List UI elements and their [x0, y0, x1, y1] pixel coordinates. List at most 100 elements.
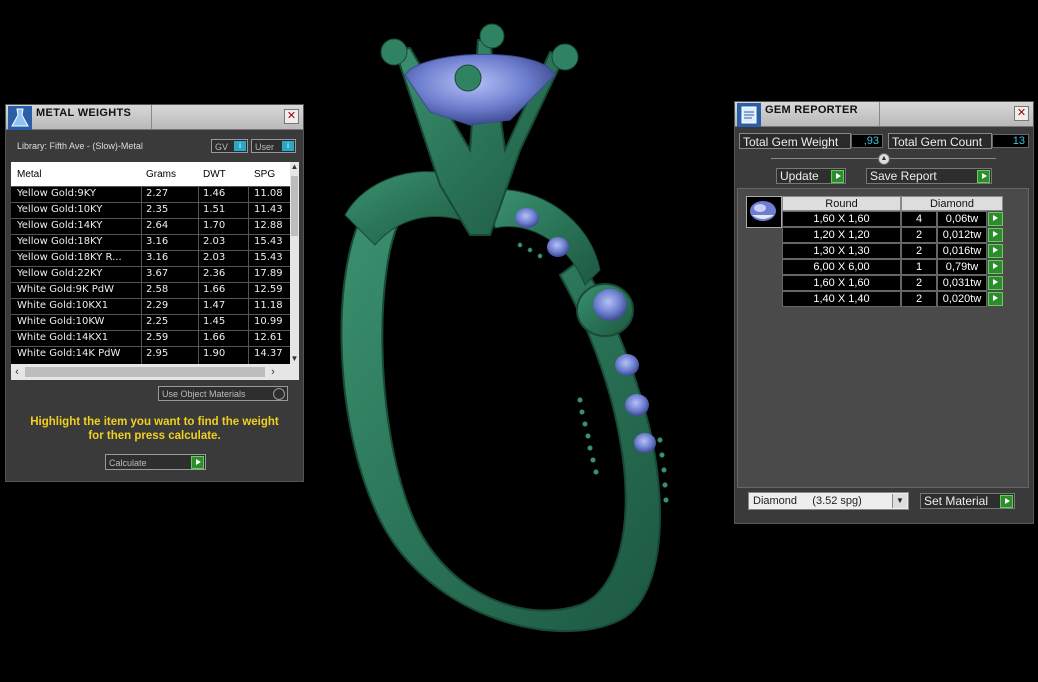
set-material-label: Set Material — [924, 494, 989, 508]
spg-value: 12.61 — [254, 332, 283, 343]
play-arrow-icon — [191, 456, 204, 469]
gem-weight[interactable]: 0,031tw — [937, 275, 987, 291]
material-select[interactable]: Diamond (3.52 spg) ▼ — [748, 492, 909, 510]
gem-weight[interactable]: 0,020tw — [937, 291, 987, 307]
set-material-button[interactable]: Set Material — [920, 493, 1015, 509]
report-icon — [737, 103, 761, 127]
material-select-value: Diamond (3.52 spg) — [753, 495, 862, 507]
horizontal-scrollbar[interactable]: ‹ › — [11, 364, 299, 380]
metal-name: White Gold:14KX1 — [17, 332, 109, 343]
user-label: User — [255, 142, 275, 152]
metal-table-header: Metal Grams DWT SPG — [11, 162, 290, 186]
total-gem-count-value: 13 — [992, 134, 1029, 148]
hint-line-2: for then press calculate. — [88, 430, 221, 442]
calculate-label: Calculate — [109, 458, 147, 468]
spg-value: 14.37 — [254, 348, 283, 359]
column-divider — [248, 186, 249, 364]
col-grams[interactable]: Grams — [146, 169, 176, 180]
title-divider — [879, 102, 880, 126]
user-toggle[interactable]: User i — [251, 139, 296, 153]
library-label: Library: Fifth Ave - (Slow)-Metal — [17, 141, 143, 151]
calculate-button[interactable]: Calculate — [105, 454, 206, 470]
flask-icon — [8, 106, 32, 130]
gem-count[interactable]: 1 — [901, 259, 937, 275]
update-label: Update — [780, 169, 819, 183]
gv-toggle[interactable]: GV i — [211, 139, 248, 153]
gem-size[interactable]: 1,40 X 1,40 — [782, 291, 901, 307]
select-gem-arrow-icon[interactable] — [988, 260, 1003, 274]
metal-weights-title: METAL WEIGHTS — [36, 107, 132, 119]
gem-count[interactable]: 2 — [901, 227, 937, 243]
gem-reporter-panel: GEM REPORTER ✕ Total Gem Weight ,93 Tota… — [734, 101, 1034, 524]
dwt-value: 1.66 — [203, 332, 226, 343]
total-gem-weight-value: ,93 — [851, 134, 883, 148]
use-object-materials-toggle[interactable]: Use Object Materials — [158, 386, 288, 401]
select-gem-arrow-icon[interactable] — [988, 212, 1003, 226]
grams-value: 2.35 — [146, 204, 169, 215]
scroll-thumb[interactable] — [291, 176, 298, 236]
total-gem-weight-label: Total Gem Weight — [739, 133, 851, 149]
title-divider — [151, 105, 152, 129]
play-arrow-icon — [1000, 495, 1013, 508]
gem-size[interactable]: 1,60 X 1,60 — [782, 275, 901, 291]
total-gem-count-label: Total Gem Count — [888, 133, 992, 149]
gem-count[interactable]: 2 — [901, 291, 937, 307]
metal-name: White Gold:10KX1 — [17, 300, 109, 311]
spg-value: 11.43 — [254, 204, 283, 215]
gem-weight[interactable]: 0,012tw — [937, 227, 987, 243]
col-dwt[interactable]: DWT — [203, 169, 226, 180]
gem-reporter-titlebar[interactable]: GEM REPORTER ✕ — [735, 102, 1033, 127]
spg-value: 17.89 — [254, 268, 283, 279]
gem-size[interactable]: 6,00 X 6,00 — [782, 259, 901, 275]
grams-value: 2.25 — [146, 316, 169, 327]
grams-value: 2.58 — [146, 284, 169, 295]
select-gem-arrow-icon[interactable] — [988, 276, 1003, 290]
col-spg[interactable]: SPG — [254, 169, 275, 180]
update-button[interactable]: Update — [776, 168, 846, 184]
hint-line-1: Highlight the item you want to find the … — [30, 416, 279, 428]
col-metal[interactable]: Metal — [17, 169, 41, 180]
column-divider — [141, 186, 142, 364]
scroll-up-icon[interactable]: ▲ — [290, 162, 299, 172]
gem-size[interactable]: 1,20 X 1,20 — [782, 227, 901, 243]
gem-count[interactable]: 2 — [901, 275, 937, 291]
metal-table[interactable]: Metal Grams DWT SPG Yellow Gold:9KY 2.27 1… — [11, 162, 299, 380]
metal-name: White Gold:10KW — [17, 316, 105, 327]
dwt-value: 1.66 — [203, 284, 226, 295]
metal-weights-titlebar[interactable]: METAL WEIGHTS ✕ — [6, 105, 303, 130]
vertical-scrollbar[interactable]: ▲ ▼ — [290, 162, 299, 364]
gem-count[interactable]: 4 — [901, 211, 937, 227]
collapse-icon[interactable]: ▲ — [878, 153, 890, 165]
select-gem-arrow-icon[interactable] — [988, 244, 1003, 258]
close-icon[interactable]: ✕ — [284, 109, 299, 124]
gem-size[interactable]: 1,60 X 1,60 — [782, 211, 901, 227]
gem-weight[interactable]: 0,016tw — [937, 243, 987, 259]
scroll-thumb[interactable] — [25, 367, 265, 377]
gem-list-area: Round Diamond 1,60 X 1,60 4 0,06tw 1,20 X 1… — [737, 188, 1029, 488]
save-report-label: Save Report — [870, 169, 937, 183]
gem-count[interactable]: 2 — [901, 243, 937, 259]
dwt-value: 2.03 — [203, 252, 226, 263]
gem-weight[interactable]: 0,79tw — [937, 259, 987, 275]
calculate-hint: Highlight the item you want to find the … — [16, 415, 293, 443]
gem-size[interactable]: 1,30 X 1,30 — [782, 243, 901, 259]
scroll-down-icon[interactable]: ▼ — [290, 354, 299, 364]
close-icon[interactable]: ✕ — [1014, 106, 1029, 121]
metal-name: Yellow Gold:10KY — [17, 204, 103, 215]
select-gem-arrow-icon[interactable] — [988, 228, 1003, 242]
grams-value: 2.64 — [146, 220, 169, 231]
round-gem-icon[interactable] — [746, 196, 782, 228]
metal-name: Yellow Gold:18KY R... — [17, 252, 122, 263]
metal-name: White Gold:9K PdW — [17, 284, 114, 295]
grams-value: 2.95 — [146, 348, 169, 359]
save-report-button[interactable]: Save Report — [866, 168, 992, 184]
spg-value: 15.43 — [254, 236, 283, 247]
use-object-materials-label: Use Object Materials — [162, 389, 246, 399]
select-gem-arrow-icon[interactable] — [988, 292, 1003, 306]
scroll-right-icon[interactable]: › — [267, 364, 279, 380]
metal-name: Yellow Gold:14KY — [17, 220, 103, 231]
info-icon: i — [282, 141, 294, 151]
play-arrow-icon — [831, 170, 844, 183]
scroll-left-icon[interactable]: ‹ — [11, 364, 23, 380]
gem-weight[interactable]: 0,06tw — [937, 211, 987, 227]
